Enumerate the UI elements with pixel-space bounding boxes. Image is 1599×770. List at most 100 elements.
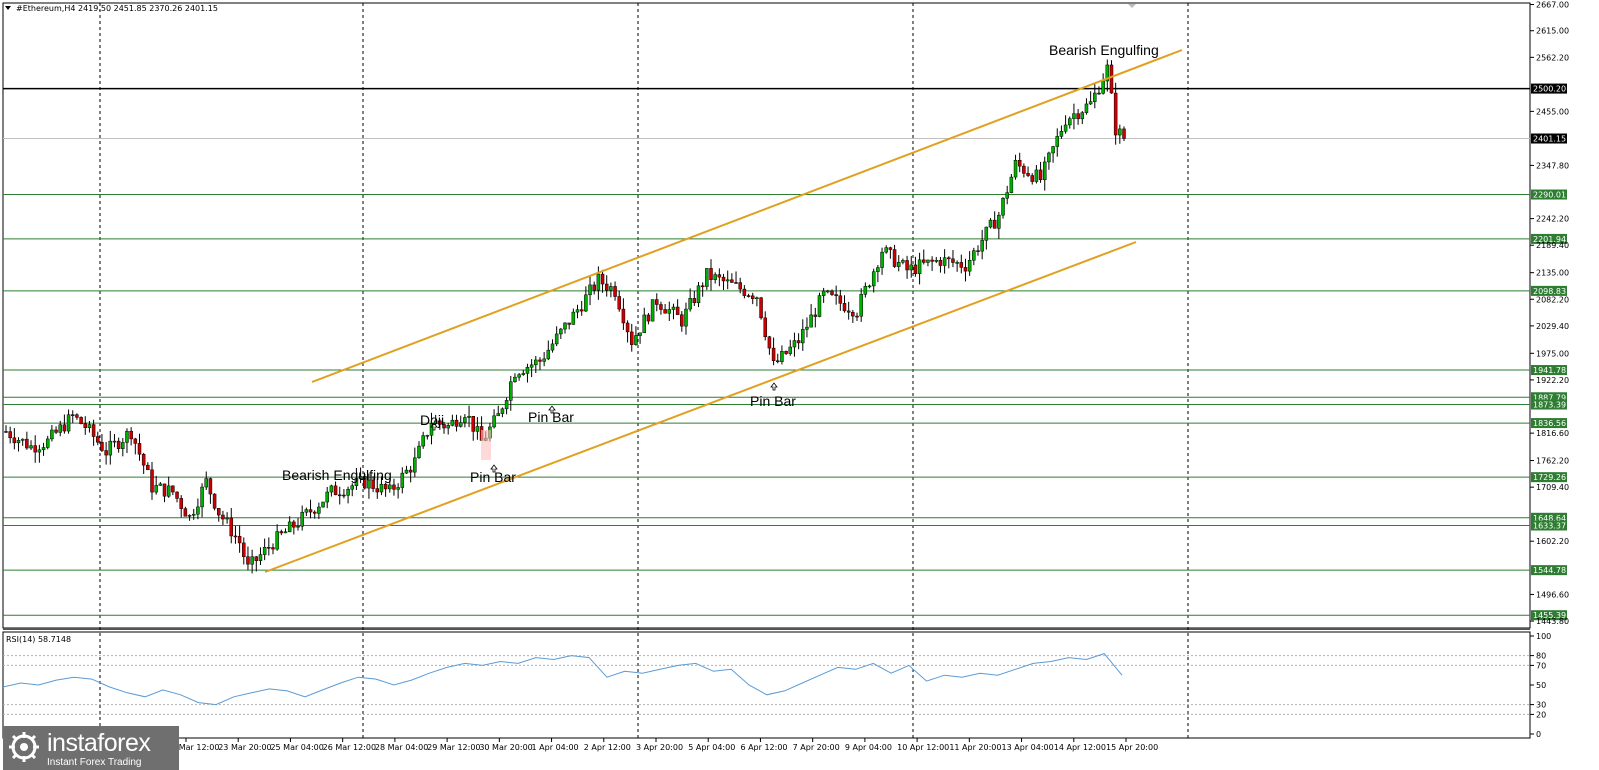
header-arrow-icon: [5, 6, 11, 10]
candle-body: [1076, 113, 1080, 120]
candle-body: [942, 257, 947, 266]
candle-body: [267, 547, 271, 549]
level-label: 1544.78: [1533, 566, 1566, 575]
y-tick-label: 2667.00: [1536, 1, 1569, 10]
candle-body: [137, 443, 142, 455]
x-tick-label: 23 Mar 20:00: [218, 743, 271, 752]
candle-body: [383, 483, 388, 490]
x-tick-label: 2 Apr 12:00: [584, 743, 631, 752]
candle-body: [767, 336, 772, 349]
candle-body: [700, 285, 705, 288]
candle-body: [404, 469, 409, 474]
candle-body: [738, 282, 742, 290]
y-tick-label: 1922.20: [1536, 376, 1569, 385]
candle-body: [233, 535, 238, 538]
candle-body: [571, 311, 576, 325]
candle-body: [876, 267, 880, 272]
candle-body: [959, 262, 964, 268]
candle-body: [896, 261, 901, 267]
candle-body: [759, 297, 763, 319]
candle-body: [851, 311, 855, 317]
candle-body: [538, 359, 542, 362]
y-tick-label: 1443.80: [1536, 617, 1569, 626]
highlight-box: [481, 430, 491, 460]
candle-body: [242, 542, 246, 557]
candle-body: [29, 445, 33, 449]
y-tick-label: 2135.00: [1536, 269, 1569, 278]
rsi-header: RSI(14) 58.7148: [6, 635, 71, 644]
candle-body: [133, 438, 138, 444]
candle-body: [229, 517, 234, 537]
candle-body: [292, 521, 296, 528]
price-channel: [264, 49, 1183, 573]
candle-body: [54, 429, 58, 433]
candle-body: [947, 257, 951, 260]
candle-body: [604, 283, 609, 291]
candle-body: [692, 298, 697, 304]
y-tick-label: 2455.00: [1536, 107, 1569, 116]
candle-body: [892, 249, 897, 267]
candle-body: [680, 314, 684, 327]
level-label: 2500.20: [1533, 85, 1566, 94]
x-tick-label: 14 Apr 12:00: [1054, 743, 1106, 752]
candle-body: [717, 274, 722, 278]
candle-body: [967, 260, 972, 272]
candle-body: [4, 431, 8, 433]
candle-body: [337, 494, 342, 497]
candle-body: [859, 294, 863, 317]
candle-body: [275, 531, 279, 550]
channel-upper-line: [311, 49, 1183, 383]
candle-body: [559, 328, 563, 335]
candle-body: [513, 376, 517, 383]
candle-body: [972, 250, 976, 261]
candle-body: [350, 485, 354, 490]
y-tick-label: 2082.20: [1536, 295, 1569, 304]
candle-body: [909, 264, 913, 271]
x-tick-label: 9 Apr 04:00: [845, 743, 892, 752]
candle-body: [600, 273, 605, 285]
y-tick-label: 2347.80: [1536, 161, 1569, 170]
candle-body: [108, 440, 113, 456]
candle-body: [984, 226, 989, 241]
candle-body: [534, 359, 538, 366]
candle-body: [166, 485, 171, 497]
candle-body: [1047, 152, 1051, 163]
candle-body: [454, 419, 459, 427]
candle-body: [529, 364, 534, 368]
candle-body: [329, 485, 334, 493]
x-tick-label: 10 Apr 12:00: [897, 743, 949, 752]
candle-body: [417, 445, 421, 459]
candle-body: [976, 250, 980, 252]
candle-body: [842, 303, 847, 312]
candle-body: [79, 417, 83, 425]
time-axis: 22 Mar 12:0023 Mar 20:0025 Mar 04:0026 M…: [166, 738, 1158, 752]
pattern-annotation: Bearish Engulfing: [1049, 42, 1159, 58]
candle-body: [905, 260, 909, 271]
x-tick-label: 5 Apr 04:00: [688, 743, 735, 752]
candle-body: [817, 295, 822, 317]
arrow-up-icon: [770, 382, 778, 391]
candle-body: [317, 506, 321, 514]
candle-body: [467, 415, 471, 418]
candle-body: [1059, 131, 1064, 137]
current-price-label: 2401.15: [1533, 135, 1566, 144]
candle-body: [888, 247, 893, 250]
candle-body: [463, 417, 467, 423]
candle-body: [834, 294, 838, 297]
candle-body: [863, 286, 868, 295]
candle-body: [492, 415, 496, 428]
candle-body: [1051, 146, 1055, 154]
candle-body: [621, 308, 626, 324]
candle-body: [200, 486, 204, 508]
candle-body: [922, 259, 926, 263]
candle-body: [1009, 176, 1014, 193]
candle-body: [1001, 197, 1005, 216]
x-tick-label: 1 Apr 04:00: [532, 743, 579, 752]
candle-body: [283, 531, 288, 534]
candle-body: [87, 424, 92, 428]
candle-body: [458, 422, 463, 427]
candle-body: [1063, 124, 1068, 132]
candle-body: [237, 536, 242, 544]
price-chart: 2500.202290.012201.942098.831941.781887.…: [2, 1, 1569, 752]
candle-body: [408, 469, 413, 473]
